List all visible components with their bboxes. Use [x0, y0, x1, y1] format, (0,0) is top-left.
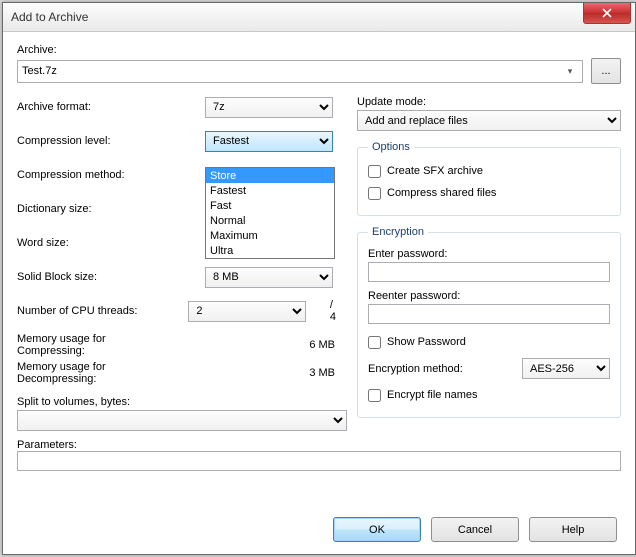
- dialog: Add to Archive Archive: Test.7z ▾ ... Ar…: [2, 2, 636, 555]
- level-label: Compression level:: [17, 135, 205, 147]
- archive-label: Archive:: [17, 44, 621, 56]
- memc-label: Memory usage for Compressing:: [17, 333, 176, 357]
- archive-value: Test.7z: [22, 65, 562, 77]
- memc-value: 6 MB: [176, 339, 347, 351]
- close-button[interactable]: [583, 3, 631, 24]
- level-option-fast[interactable]: Fast: [206, 198, 334, 213]
- format-label: Archive format:: [17, 101, 205, 113]
- block-label: Solid Block size:: [17, 271, 205, 283]
- level-option-ultra[interactable]: Ultra: [206, 243, 334, 258]
- titlebar: Add to Archive: [3, 3, 635, 32]
- encryption-group: Encryption Enter password: Reenter passw…: [357, 226, 621, 418]
- level-dropdown[interactable]: Store Fastest Fast Normal Maximum Ultra: [205, 167, 335, 259]
- pw1-label: Enter password:: [368, 248, 610, 260]
- shared-checkbox[interactable]: Compress shared files: [368, 183, 610, 203]
- browse-button[interactable]: ...: [591, 58, 621, 84]
- chevron-down-icon: ▾: [562, 66, 578, 77]
- level-option-normal[interactable]: Normal: [206, 213, 334, 228]
- level-option-maximum[interactable]: Maximum: [206, 228, 334, 243]
- threads-label: Number of CPU threads:: [17, 305, 188, 317]
- method-label: Compression method:: [17, 169, 205, 181]
- params-label: Parameters:: [17, 439, 621, 451]
- ok-button[interactable]: OK: [333, 517, 421, 542]
- level-option-fastest[interactable]: Fastest: [206, 183, 334, 198]
- enc-method-select[interactable]: AES-256: [522, 358, 610, 379]
- split-select[interactable]: [17, 410, 347, 431]
- pw2-label: Reenter password:: [368, 290, 610, 302]
- options-legend: Options: [368, 141, 414, 153]
- encryption-legend: Encryption: [368, 226, 428, 238]
- dict-label: Dictionary size:: [17, 203, 205, 215]
- level-option-store[interactable]: Store: [206, 168, 334, 183]
- enc-method-label: Encryption method:: [368, 363, 522, 375]
- level-select[interactable]: Fastest: [205, 131, 333, 152]
- params-input[interactable]: [17, 451, 621, 471]
- options-group: Options Create SFX archive Compress shar…: [357, 141, 621, 216]
- update-select[interactable]: Add and replace files: [357, 110, 621, 131]
- help-button[interactable]: Help: [529, 517, 617, 542]
- cancel-button[interactable]: Cancel: [431, 517, 519, 542]
- block-select[interactable]: 8 MB: [205, 267, 333, 288]
- show-password-checkbox[interactable]: Show Password: [368, 332, 610, 352]
- memd-label: Memory usage for Decompressing:: [17, 361, 176, 385]
- window-title: Add to Archive: [11, 10, 583, 24]
- split-label: Split to volumes, bytes:: [17, 396, 347, 408]
- memd-value: 3 MB: [176, 367, 347, 379]
- format-select[interactable]: 7z: [205, 97, 333, 118]
- word-label: Word size:: [17, 237, 205, 249]
- archive-combo[interactable]: Test.7z ▾: [17, 60, 583, 83]
- update-label: Update mode:: [357, 96, 621, 108]
- sfx-checkbox[interactable]: Create SFX archive: [368, 161, 610, 181]
- threads-select[interactable]: 2: [188, 301, 305, 322]
- threads-total: / 4: [330, 299, 341, 323]
- encrypt-names-checkbox[interactable]: Encrypt file names: [368, 385, 610, 405]
- password-input[interactable]: [368, 262, 610, 282]
- close-icon: [602, 8, 612, 18]
- password-confirm-input[interactable]: [368, 304, 610, 324]
